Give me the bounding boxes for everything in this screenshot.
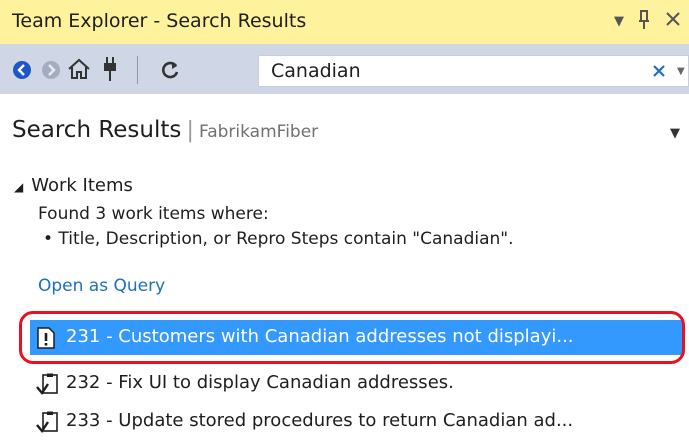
plug-icon (104, 57, 116, 81)
back-arrow-icon (17, 64, 25, 76)
connect-button[interactable] (102, 56, 118, 86)
refresh-icon (162, 61, 179, 79)
bug-work-item-icon (36, 327, 58, 349)
page-title: Search Results (12, 117, 182, 143)
open-as-query-link[interactable]: Open as Query (38, 276, 165, 296)
clear-search-icon[interactable] (651, 63, 667, 83)
work-items-section-header[interactable]: ◢ Work Items (14, 175, 133, 196)
work-item-row[interactable]: 231 - Customers with Canadian addresses … (30, 320, 682, 355)
page-menu-dropdown-icon[interactable]: ▼ (670, 126, 680, 141)
page-heading: Search Results | FabrikamFiber (12, 117, 318, 143)
work-item-label: 232 - Fix UI to display Canadian address… (66, 372, 454, 393)
task-work-item-icon (36, 411, 58, 434)
work-item-label: 231 - Customers with Canadian addresses … (66, 326, 574, 347)
pin-icon[interactable] (637, 8, 651, 35)
home-icon (68, 58, 90, 79)
forward-arrow-icon (48, 64, 56, 76)
search-dropdown-icon[interactable]: ▼ (677, 66, 685, 77)
close-icon[interactable] (664, 10, 682, 33)
heading-separator: | (186, 118, 194, 143)
forward-button[interactable] (42, 61, 60, 79)
collapse-triangle-icon: ◢ (14, 180, 24, 194)
title-bar: Team Explorer - Search Results ▼ (0, 0, 689, 44)
search-criteria: • Title, Description, or Repro Steps con… (43, 229, 514, 249)
toolbar-divider (137, 56, 138, 84)
work-items-label: Work Items (31, 175, 133, 196)
work-item-row[interactable]: 232 - Fix UI to display Canadian address… (36, 366, 686, 401)
back-button[interactable] (13, 61, 31, 79)
project-name: FabrikamFiber (199, 122, 319, 142)
search-input[interactable]: Canadian ▼ (258, 55, 689, 87)
home-button[interactable] (67, 58, 91, 84)
work-item-row[interactable]: 233 - Update stored procedures to return… (36, 404, 686, 439)
window-title: Team Explorer - Search Results (12, 10, 307, 32)
found-summary: Found 3 work items where: (38, 204, 269, 224)
refresh-button[interactable] (159, 59, 181, 85)
task-work-item-icon (36, 373, 58, 396)
dropdown-arrow-icon[interactable]: ▼ (614, 12, 624, 32)
search-input-value: Canadian (271, 60, 361, 82)
work-item-label: 233 - Update stored procedures to return… (66, 410, 574, 431)
